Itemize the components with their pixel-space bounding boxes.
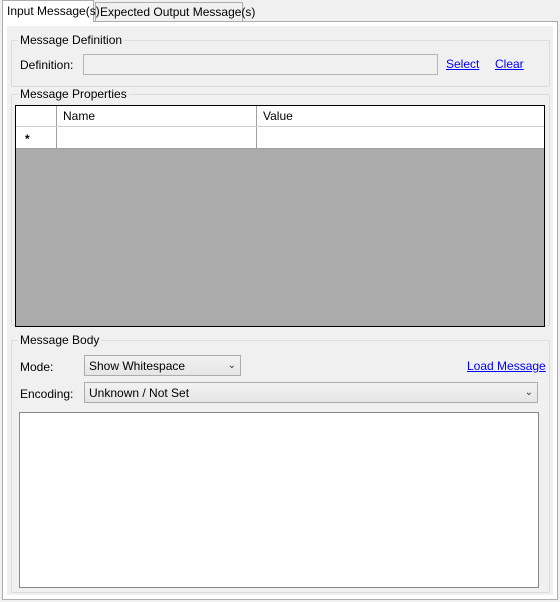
- grid-column-value[interactable]: Value: [257, 106, 544, 126]
- tab-expected-output-messages-label: Expected Output Message(s): [100, 5, 256, 19]
- encoding-label: Encoding:: [20, 387, 74, 401]
- chevron-down-icon: ⌄: [227, 360, 236, 371]
- tab-strip: Input Message(s) Expected Output Message…: [0, 0, 560, 22]
- load-message-link[interactable]: Load Message: [467, 359, 546, 373]
- grid-row-header-corner: [16, 106, 57, 126]
- properties-grid[interactable]: Name Value *: [15, 105, 545, 327]
- message-body-title: Message Body: [18, 333, 102, 347]
- mode-select[interactable]: Show Whitespace ⌄: [84, 355, 241, 376]
- message-body-group: Message Body Mode: Show Whitespace ⌄ Loa…: [11, 333, 550, 593]
- definition-field[interactable]: [83, 54, 438, 75]
- message-definition-title: Message Definition: [18, 33, 125, 47]
- grid-new-row[interactable]: *: [16, 127, 544, 149]
- chevron-down-icon: ⌄: [524, 387, 533, 398]
- tab-panel-content: Message Definition Definition: Select Cl…: [7, 26, 553, 595]
- new-row-name-cell[interactable]: [57, 127, 257, 148]
- tab-expected-output-messages[interactable]: Expected Output Message(s): [95, 2, 255, 21]
- new-row-marker: *: [16, 127, 57, 148]
- definition-label: Definition:: [20, 58, 74, 72]
- select-link[interactable]: Select: [446, 57, 479, 71]
- message-body-textarea[interactable]: [19, 412, 539, 588]
- grid-column-name[interactable]: Name: [57, 106, 257, 126]
- tab-input-messages[interactable]: Input Message(s): [2, 0, 100, 22]
- new-row-value-cell[interactable]: [257, 127, 544, 148]
- grid-header-row: Name Value: [16, 106, 544, 127]
- mode-label: Mode:: [20, 360, 54, 374]
- mode-select-value: Show Whitespace: [89, 359, 186, 373]
- encoding-select[interactable]: Unknown / Not Set ⌄: [84, 382, 538, 403]
- tab-input-messages-label: Input Message(s): [7, 4, 100, 18]
- clear-link[interactable]: Clear: [495, 57, 524, 71]
- tab-panel-input-messages: Message Definition Definition: Select Cl…: [2, 21, 558, 600]
- encoding-select-value: Unknown / Not Set: [89, 386, 190, 400]
- message-definition-group: Message Definition Definition: Select Cl…: [11, 33, 550, 87]
- message-properties-title: Message Properties: [18, 87, 129, 101]
- message-properties-group: Message Properties Name Value *: [11, 87, 550, 327]
